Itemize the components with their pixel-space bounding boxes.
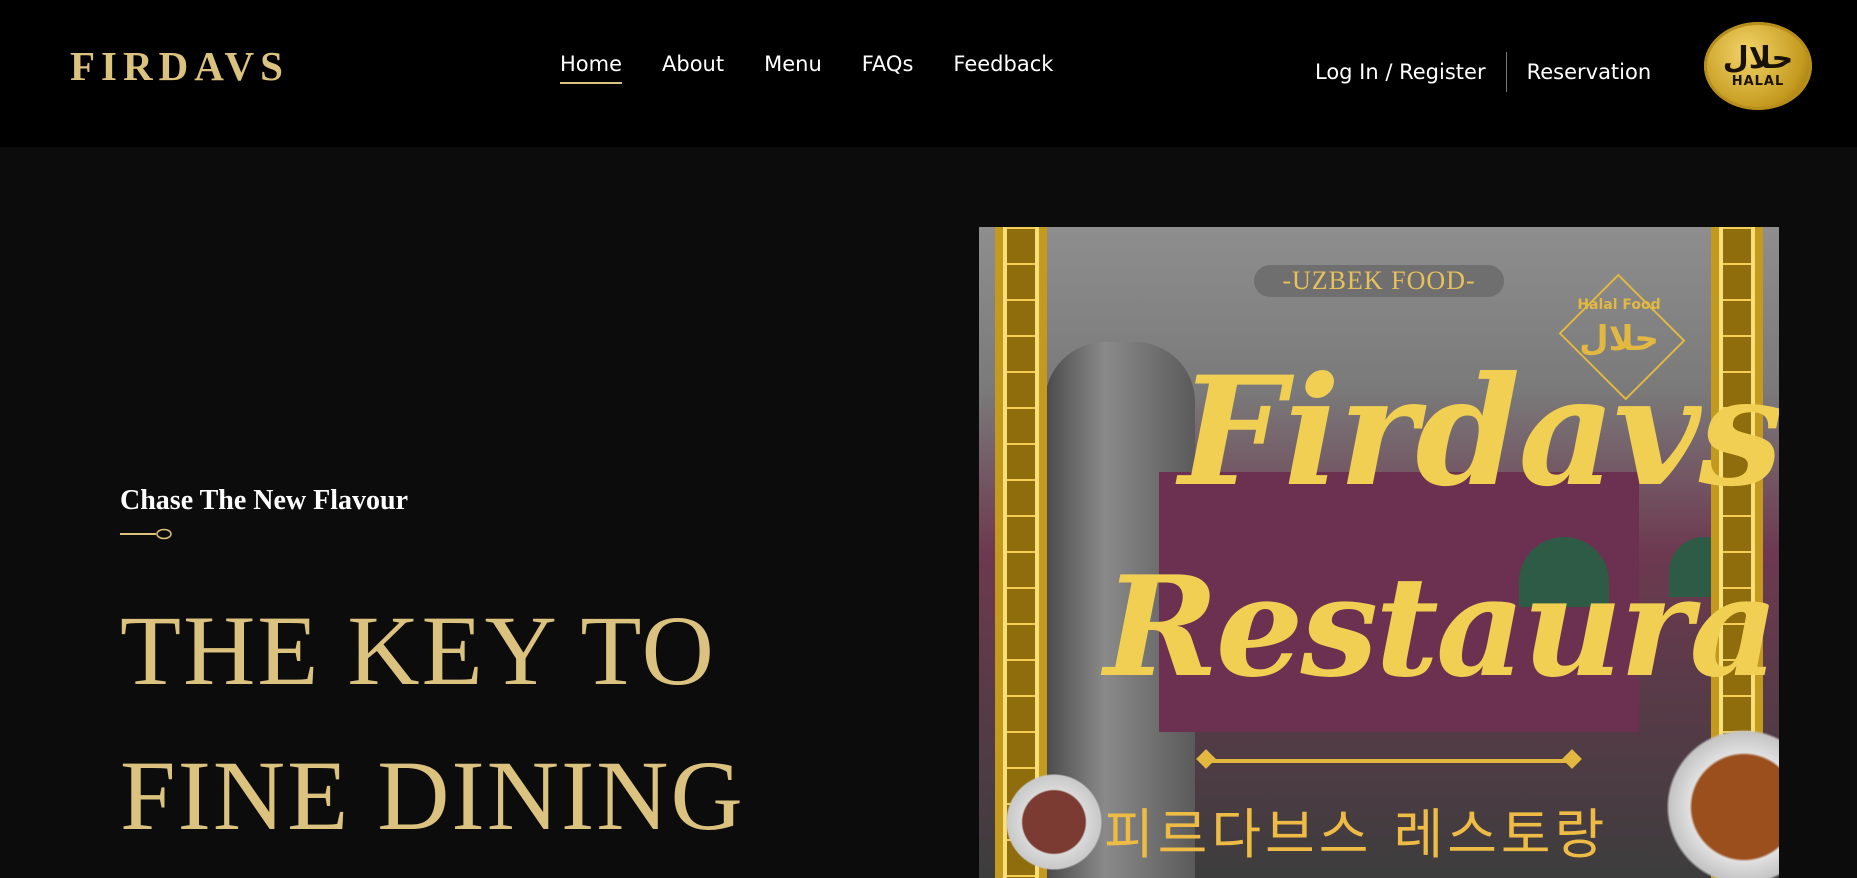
poster-ornament-divider: [1209, 759, 1569, 763]
headline-line-1: THE KEY TO: [120, 595, 716, 706]
poster-title-firdavs: Firdavs: [1179, 344, 1779, 520]
nav-feedback[interactable]: Feedback: [953, 52, 1053, 84]
nav-about[interactable]: About: [662, 52, 724, 84]
restaurant-poster-image: -UZBEK FOOD- Halal Food حلال Firdavs Res…: [979, 227, 1779, 878]
poster-dish: [999, 767, 1109, 877]
login-register-link[interactable]: Log In / Register: [1315, 60, 1486, 84]
nav-faqs[interactable]: FAQs: [862, 52, 914, 84]
halal-badge-logo: حلال HALAL: [1704, 22, 1812, 110]
divider: [1505, 52, 1507, 92]
auth-links: Log In / Register Reservation: [1315, 52, 1651, 92]
poster-korean-title: 피르다브스 레스토랑: [1104, 803, 1609, 866]
reservation-link[interactable]: Reservation: [1527, 60, 1652, 84]
main-nav: Home About Menu FAQs Feedback: [560, 52, 1093, 84]
poster-uzbek-food-tag: -UZBEK FOOD-: [1254, 265, 1504, 297]
halal-badge-arabic: حلال: [1722, 40, 1794, 76]
poster-title-restaurant: Restaurant: [1104, 545, 1779, 708]
poster-dish: [1664, 697, 1779, 878]
hero-tagline: Chase The New Flavour: [120, 485, 409, 516]
brand-logo[interactable]: FIRDAVS: [70, 42, 289, 90]
nav-menu[interactable]: Menu: [764, 52, 822, 84]
poster-halal-food-label: Halal Food: [1577, 297, 1661, 313]
top-navbar: FIRDAVS Home About Menu FAQs Feedback Lo…: [0, 0, 1857, 147]
halal-badge-label: HALAL: [1731, 73, 1785, 89]
spoon-icon: [120, 528, 172, 540]
nav-home[interactable]: Home: [560, 52, 623, 84]
hero-headline: THE KEY TO FINE DINING: [120, 578, 745, 868]
headline-line-2: FINE DINING: [120, 740, 745, 851]
